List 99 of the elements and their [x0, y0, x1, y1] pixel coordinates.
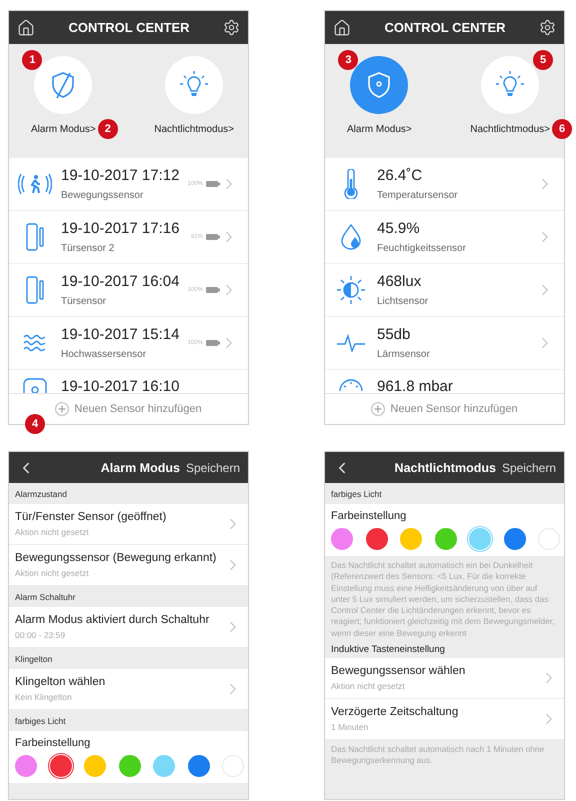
callout-marker: 3 — [338, 50, 358, 70]
section-header: Klingelton — [14, 653, 54, 666]
sensor-row[interactable]: 45.9% Feuchtigkeitssensor — [325, 211, 564, 264]
door-sensor-icon — [26, 223, 44, 251]
motion-sensor-icon — [18, 173, 52, 195]
callout-marker: 5 — [533, 50, 554, 70]
color-label: Farbeinstellung — [15, 737, 92, 749]
battery-icon — [206, 234, 220, 240]
callout-marker: 4 — [25, 414, 45, 434]
color-swatch[interactable] — [366, 528, 388, 550]
setting-row[interactable]: Bewegungssensor (Bewegung erkannt) Aktion nicht gesetzt — [9, 545, 248, 586]
gauge-icon — [338, 378, 364, 392]
brightness-icon — [336, 275, 366, 305]
color-swatch[interactable] — [188, 755, 210, 777]
sensor-reading: 19-10-2017 15:14 — [61, 326, 180, 343]
battery-icon — [206, 287, 220, 293]
callout-marker: 2 — [98, 119, 118, 139]
color-label: Farbeinstellung — [331, 510, 408, 522]
sensor-name: Türsensor — [61, 296, 108, 307]
sensor-reading: 19-10-2017 16:04 — [61, 273, 180, 290]
color-swatch[interactable] — [434, 528, 456, 550]
setting-value: 00:00 - 23:59 — [15, 630, 66, 640]
color-swatch[interactable] — [153, 755, 175, 777]
add-sensor-button[interactable]: Neuen Sensor hinzufügen — [55, 402, 202, 416]
sensor-row[interactable]: 19-10-2017 16:10 — [9, 370, 248, 393]
setting-row[interactable]: Alarm Modus aktiviert durch Schaltuhr 00:00 - 23:59 — [9, 607, 248, 648]
sensor-name: Lichtsensor — [377, 296, 430, 307]
plus-icon — [55, 402, 70, 416]
sensor-reading: 45.9% — [377, 220, 421, 237]
door-sensor-icon — [26, 276, 44, 304]
waves-icon — [23, 333, 47, 353]
color-swatch[interactable] — [118, 755, 140, 777]
mode-link[interactable]: Nachtlichtmodus> — [154, 124, 234, 135]
setting-value: 1 Minuten — [331, 722, 370, 732]
thermometer-icon — [344, 169, 358, 199]
color-swatch[interactable] — [331, 528, 353, 550]
sensor-name: Feuchtigkeitssensor — [377, 243, 467, 254]
callout-marker: 6 — [552, 119, 572, 139]
setting-row[interactable]: Bewegungssensor wählen Aktion nicht gesetzt — [325, 658, 564, 700]
save-button[interactable]: Speichern — [186, 460, 240, 474]
settings-icon[interactable] — [538, 19, 556, 36]
sensor-row[interactable]: 468lux Lichtsensor — [325, 264, 564, 317]
sensor-reading: 468lux — [377, 273, 422, 290]
droplet-icon — [340, 224, 362, 250]
setting-value: Aktion nicht gesetzt — [15, 527, 90, 537]
plus-icon — [371, 402, 386, 416]
sensor-reading: 19-10-2017 17:16 — [61, 220, 180, 237]
section-header: Alarm Schaltuhr — [14, 591, 76, 604]
sensor-name: Bewegungssensor — [61, 190, 144, 201]
help-text: Das Nachtlicht schaltet automatisch ein bei Dunkelheit (Referenzwert des Sensors: <5 Lux. Für die korrekte Einstellung muss eine Helligkeitsänderung von über auf unter 5 Lux simuliert werden, um sicherzustellen, dass das Control Center die Lichtänderungen erkennt, bevor es reagiert; funktioniert gleichzeitig mit dem Bewegungsmelder, wenn dieser eine Bewegung erkennt — [330, 559, 556, 640]
save-button[interactable]: Speichern — [502, 460, 556, 474]
setting-row[interactable]: Tür/Fenster Sensor (geöffnet) Aktion nicht gesetzt — [9, 504, 248, 545]
help-text: Das Nachtlicht schaltet automatisch nach 1 Minuten ohne Bewegungserkennung aus. — [330, 743, 546, 768]
shield-icon — [367, 71, 392, 99]
callout-marker: 1 — [22, 50, 42, 70]
mode-link[interactable]: Alarm Modus> — [347, 124, 412, 135]
setting-title: Klingelton wählen — [15, 676, 106, 688]
sensor-reading: 961.8 mbar — [377, 378, 454, 393]
sensor-name: Hochwassersensor — [61, 349, 148, 360]
section-header: Alarmzustand — [14, 488, 68, 501]
setting-row[interactable]: Klingelton wählen Kein Klingelton — [9, 669, 248, 710]
setting-title: Bewegungssensor (Bewegung erkannt) — [15, 552, 218, 564]
sensor-row[interactable]: 961.8 mbar — [325, 370, 564, 393]
sensor-reading: 19-10-2017 17:12 — [61, 167, 180, 184]
sensor-name: Lärmsensor — [377, 349, 431, 360]
setting-value: Aktion nicht gesetzt — [15, 568, 90, 578]
setting-title: Bewegungssensor wählen — [331, 665, 466, 678]
sensor-reading: 26.4˚C — [377, 167, 424, 184]
sensor-reading: 55db — [377, 326, 412, 343]
setting-value: Aktion nicht gesetzt — [331, 681, 406, 692]
battery-icon — [206, 340, 220, 346]
add-sensor-button[interactable]: Neuen Sensor hinzufügen — [371, 402, 518, 416]
setting-title: Alarm Modus aktiviert durch Schaltuhr — [15, 614, 210, 626]
setting-title: Verzögerte Zeitschaltung — [331, 706, 460, 718]
screen-title: Nachtlichtmodus — [394, 460, 496, 474]
home-icon[interactable] — [333, 18, 351, 36]
setting-value: Kein Klingelton — [15, 692, 73, 702]
sensor-row[interactable]: 26.4˚C Temperatursensor — [325, 158, 564, 211]
color-swatch[interactable] — [50, 755, 72, 777]
screen-title: CONTROL CENTER — [68, 20, 190, 35]
setting-title: Tür/Fenster Sensor (geöffnet) — [15, 511, 168, 523]
sensor-reading: 19-10-2017 16:10 — [61, 378, 180, 393]
setting-row[interactable]: Verzögerte Zeitschaltung 1 Minuten — [325, 699, 564, 740]
sensor-row[interactable]: 55db Lärmsensor — [325, 317, 564, 370]
shield-off-icon — [50, 71, 76, 99]
screen-title: Alarm Modus — [100, 460, 180, 474]
sensor-name: Türsensor 2 — [61, 243, 116, 254]
section-header: farbiges Licht — [14, 715, 67, 728]
pulse-icon — [336, 334, 366, 352]
home-icon[interactable] — [17, 18, 35, 36]
color-swatch[interactable] — [504, 528, 526, 550]
color-swatch[interactable] — [15, 755, 37, 777]
section-header: farbiges Licht — [330, 488, 383, 501]
settings-icon[interactable] — [222, 19, 240, 36]
sensor-name: Temperatursensor — [377, 190, 459, 201]
color-swatch[interactable] — [469, 528, 491, 550]
screen-title: CONTROL CENTER — [384, 20, 506, 35]
section-header: Induktive Tasteneinstellung — [330, 643, 446, 658]
battery-icon — [206, 181, 220, 187]
